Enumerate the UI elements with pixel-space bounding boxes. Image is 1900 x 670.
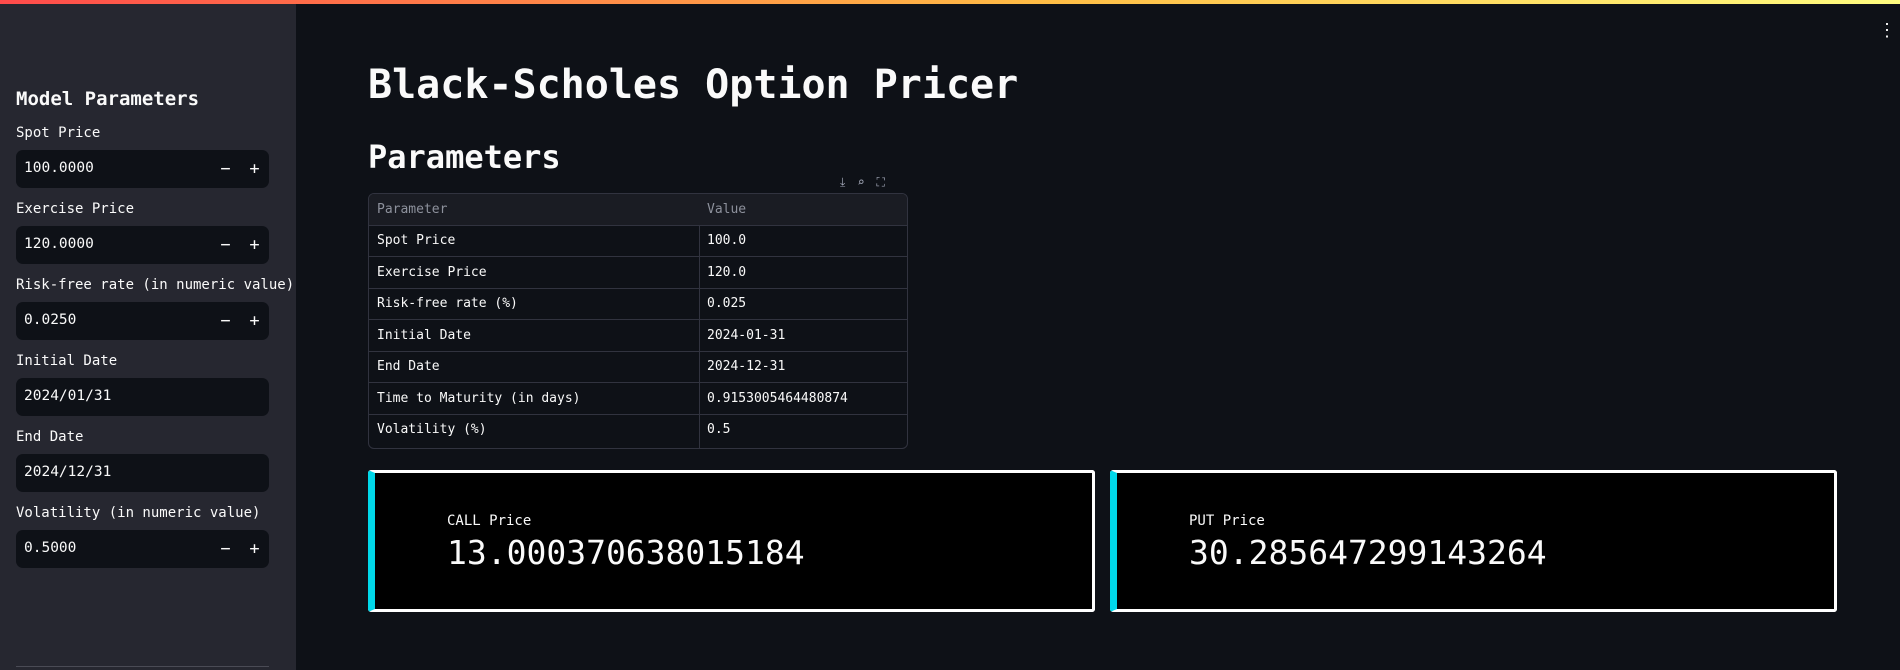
column-header-parameter[interactable]: Parameter (377, 202, 447, 217)
exercise-price-increment-button[interactable]: + (240, 226, 269, 264)
risk-free-rate-decrement-button[interactable]: − (211, 302, 240, 340)
spot-price-value[interactable]: 100.0000 (24, 160, 94, 176)
fullscreen-icon[interactable]: ⛶ (877, 175, 885, 190)
table-cell-value: 0.025 (707, 296, 747, 311)
table-cell-parameter: Initial Date (377, 328, 471, 343)
search-icon[interactable]: ⌕ (857, 175, 864, 190)
exercise-price-value[interactable]: 120.0000 (24, 236, 94, 252)
exercise-price-label: Exercise Price (16, 201, 135, 217)
put-price-card: PUT Price 30.285647299143264 (1110, 470, 1837, 612)
table-row: End Date 2024-12-31 (369, 351, 907, 383)
spot-price-decrement-button[interactable]: − (211, 150, 240, 188)
call-price-value: 13.000370638015184 (447, 533, 805, 572)
table-header-row: Parameter Value (369, 194, 907, 226)
table-row: Spot Price 100.0 (369, 225, 907, 257)
spot-price-increment-button[interactable]: + (240, 150, 269, 188)
table-row: Exercise Price 120.0 (369, 257, 907, 289)
volatility-increment-button[interactable]: + (240, 530, 269, 568)
risk-free-rate-label: Risk-free rate (in numeric value) (16, 277, 295, 293)
parameters-table: Parameter Value Spot Price 100.0 Exercis… (368, 193, 908, 449)
table-cell-parameter: Spot Price (377, 233, 456, 248)
volatility-input[interactable]: 0.5000 − + (16, 530, 269, 568)
call-price-label: CALL Price (447, 513, 532, 529)
put-price-label: PUT Price (1189, 513, 1265, 529)
table-row: Initial Date 2024-01-31 (369, 320, 907, 352)
table-toolbar: ⤓ ⌕ ⛶ (840, 175, 885, 190)
end-date-value[interactable]: 2024/12/31 (24, 464, 111, 480)
vertical-ellipsis-icon[interactable]: ⋮ (1878, 22, 1896, 40)
table-cell-parameter: End Date (377, 359, 440, 374)
initial-date-value[interactable]: 2024/01/31 (24, 388, 111, 404)
table-cell-value: 0.9153005464480874 (707, 391, 848, 406)
page-title: Black-Scholes Option Pricer (368, 62, 1019, 108)
exercise-price-decrement-button[interactable]: − (211, 226, 240, 264)
table-cell-parameter: Exercise Price (377, 265, 487, 280)
risk-free-rate-increment-button[interactable]: + (240, 302, 269, 340)
table-cell-parameter: Volatility (%) (377, 422, 487, 437)
table-cell-value: 0.5 (707, 422, 731, 437)
exercise-price-input[interactable]: 120.0000 − + (16, 226, 269, 264)
initial-date-label: Initial Date (16, 353, 118, 369)
volatility-decrement-button[interactable]: − (211, 530, 240, 568)
call-price-card: CALL Price 13.000370638015184 (368, 470, 1095, 612)
table-cell-value: 2024-01-31 (707, 328, 786, 343)
sidebar-divider (16, 666, 269, 667)
table-row: Volatility (%) 0.5 (369, 414, 907, 445)
table-row: Time to Maturity (in days) 0.91530054644… (369, 383, 907, 415)
end-date-label: End Date (16, 429, 84, 445)
section-title: Parameters (368, 138, 561, 176)
table-cell-value: 2024-12-31 (707, 359, 786, 374)
table-cell-value: 120.0 (707, 265, 747, 280)
sidebar: Model Parameters Spot Price 100.0000 − +… (0, 4, 296, 670)
end-date-input[interactable]: 2024/12/31 (16, 454, 269, 492)
sidebar-title: Model Parameters (16, 88, 200, 110)
table-cell-parameter: Risk-free rate (%) (377, 296, 518, 311)
volatility-label: Volatility (in numeric value) (16, 505, 261, 521)
table-cell-value: 100.0 (707, 233, 747, 248)
volatility-value[interactable]: 0.5000 (24, 540, 76, 556)
table-cell-parameter: Time to Maturity (in days) (377, 391, 581, 406)
initial-date-input[interactable]: 2024/01/31 (16, 378, 269, 416)
spot-price-input[interactable]: 100.0000 − + (16, 150, 269, 188)
put-price-value: 30.285647299143264 (1189, 533, 1547, 572)
table-row: Risk-free rate (%) 0.025 (369, 288, 907, 320)
risk-free-rate-value[interactable]: 0.0250 (24, 312, 76, 328)
risk-free-rate-input[interactable]: 0.0250 − + (16, 302, 269, 340)
download-icon[interactable]: ⤓ (840, 175, 845, 190)
spot-price-label: Spot Price (16, 125, 101, 141)
column-header-value[interactable]: Value (707, 202, 746, 217)
